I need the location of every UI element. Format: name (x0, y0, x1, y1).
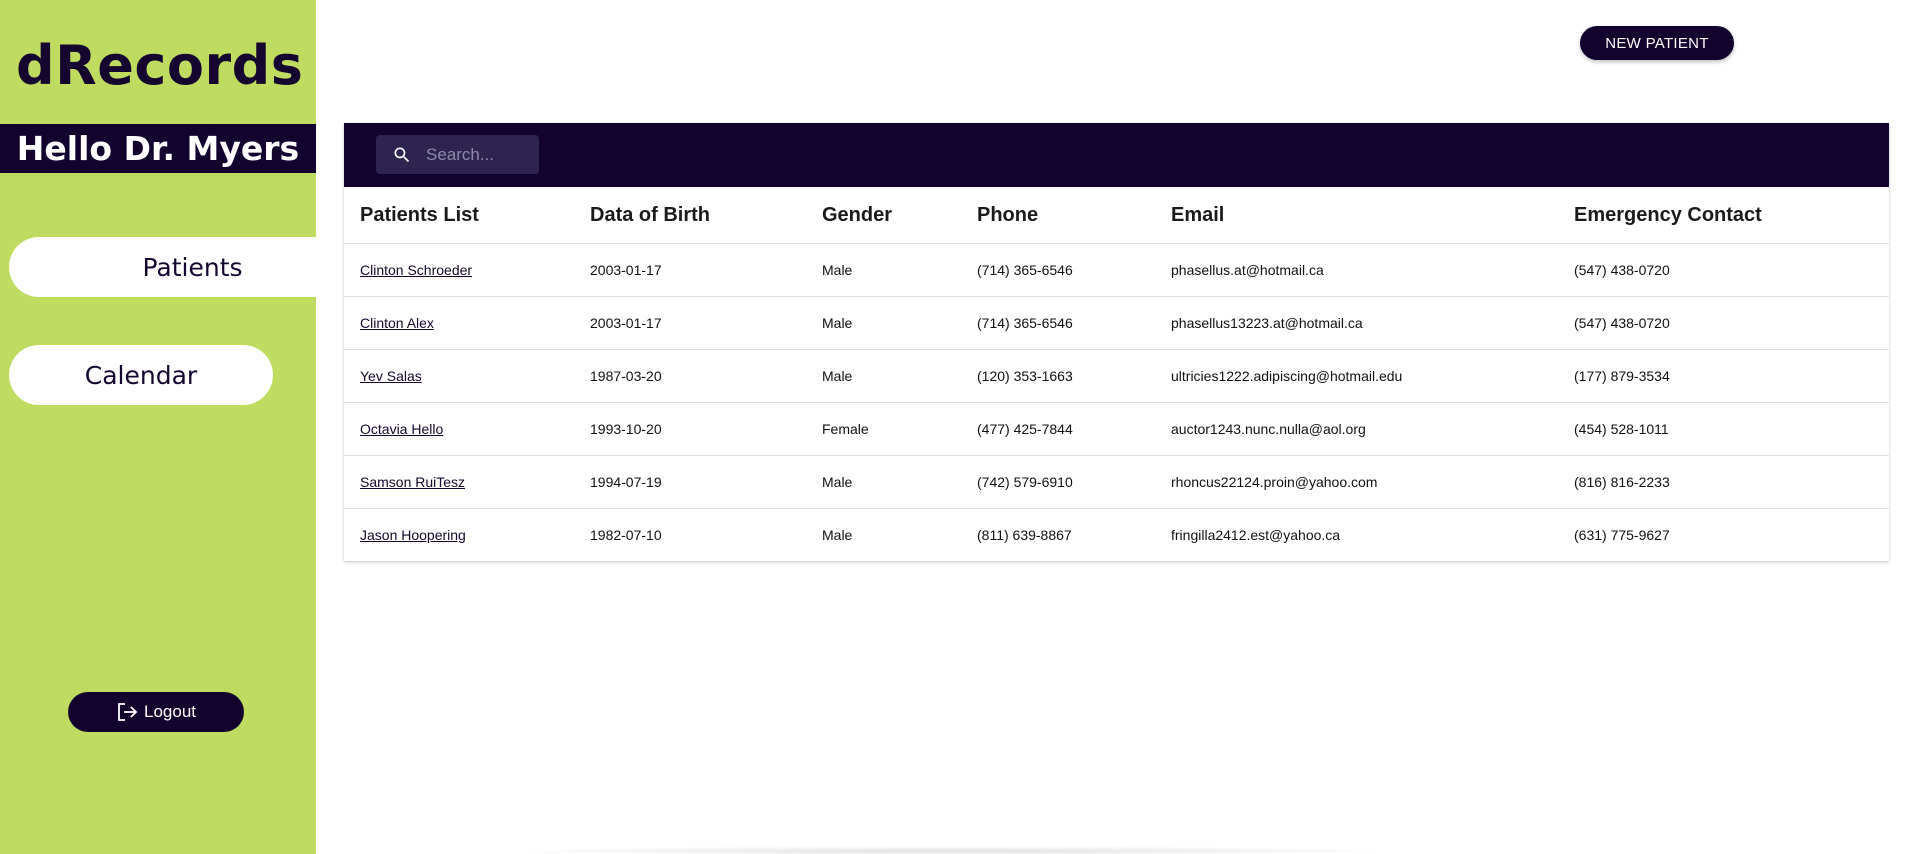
cell-dob: 2003-01-17 (574, 296, 806, 350)
cell-dob: 1993-10-20 (574, 402, 806, 456)
sidebar-item-patients[interactable]: Patients (9, 237, 316, 297)
cell-gender: Male (806, 296, 961, 350)
cell-phone: (120) 353-1663 (961, 349, 1155, 403)
cell-dob: 2003-01-17 (574, 243, 806, 297)
cell-name: Samson RuiTesz (344, 455, 574, 509)
cell-name: Clinton Alex (344, 296, 574, 350)
cell-name: Octavia Hello (344, 402, 574, 456)
sidebar-item-label: Calendar (84, 360, 198, 390)
cell-emergency: (631) 775-9627 (1574, 527, 1670, 543)
cell-name: Jason Hoopering (344, 509, 574, 562)
app-root: dRecords Hello Dr. Myers Patients Calend… (0, 0, 1912, 854)
cell-emergency: (454) 528-1011 (1558, 402, 1889, 456)
cell-gender: Female (806, 402, 961, 456)
cell-phone: (742) 579-6910 (961, 455, 1155, 509)
logout-icon (116, 702, 138, 722)
patient-name-link[interactable]: Yev Salas (360, 368, 422, 384)
cell-dob: 1987-03-20 (574, 349, 806, 403)
table-row: Jason Hoopering 1982-07-10 Male (811) 63… (344, 509, 1889, 562)
search-icon (390, 143, 414, 167)
greeting-text: Hello Dr. Myers (16, 129, 300, 168)
cell-dob: 1994-07-19 (574, 455, 806, 509)
table-row: Clinton Schroeder 2003-01-17 Male (714) … (344, 243, 1889, 297)
column-header-phone[interactable]: Phone (961, 187, 1155, 244)
cell-name: Yev Salas (344, 349, 574, 403)
table-row: Yev Salas 1987-03-20 Male (120) 353-1663… (344, 349, 1889, 403)
greeting-bar: Hello Dr. Myers (0, 124, 316, 173)
cell-email: auctor1243.nunc.nulla@aol.org (1155, 402, 1558, 456)
column-header-emergency-contact[interactable]: Emergency Contact (1558, 187, 1889, 244)
patients-table-card: Patients List Data of Birth Gender Phone… (344, 123, 1889, 561)
patient-name-link[interactable]: Samson RuiTesz (360, 474, 465, 490)
cell-email: fringilla2412.est@yahoo.ca (1171, 527, 1341, 543)
column-header-gender[interactable]: Gender (806, 187, 961, 244)
table-row: Octavia Hello 1993-10-20 Female (477) 42… (344, 402, 1889, 456)
cell-email: ultricies1222.adipiscing@hotmail.edu (1155, 349, 1558, 403)
patient-name-link[interactable]: Jason Hoopering (360, 527, 466, 543)
sidebar: dRecords Hello Dr. Myers Patients Calend… (0, 0, 316, 854)
column-header-date-of-birth[interactable]: Data of Birth (574, 187, 806, 244)
patient-name-link[interactable]: Clinton Schroeder (360, 262, 472, 278)
bottom-shadow (500, 846, 1400, 854)
brand-logo: dRecords (16, 34, 304, 97)
cell-phone: (811) 639-8867 (977, 527, 1072, 543)
new-patient-button[interactable]: NEW PATIENT (1580, 26, 1734, 60)
cell-gender: Male (806, 243, 961, 297)
patients-table: Patients List Data of Birth Gender Phone… (344, 187, 1889, 561)
patient-name-link[interactable]: Clinton Alex (360, 315, 434, 331)
search-input[interactable] (424, 143, 538, 166)
column-header-patients-list[interactable]: Patients List (344, 187, 574, 244)
table-row: Clinton Alex 2003-01-17 Male (714) 365-6… (344, 296, 1889, 350)
cell-gender: Male (806, 349, 961, 403)
cell-phone: (477) 425-7844 (961, 402, 1155, 456)
patient-name-link[interactable]: Octavia Hello (360, 421, 443, 437)
table-row: Samson RuiTesz 1994-07-19 Male (742) 579… (344, 455, 1889, 509)
cell-dob: 1982-07-10 (590, 527, 662, 543)
cell-gender: Male (806, 455, 961, 509)
cell-emergency: (547) 438-0720 (1558, 296, 1889, 350)
logout-label: Logout (144, 702, 196, 721)
table-toolbar (344, 123, 1889, 187)
cell-gender: Male (822, 527, 853, 543)
cell-emergency: (177) 879-3534 (1558, 349, 1889, 403)
cell-phone: (714) 365-6546 (961, 296, 1155, 350)
cell-phone: (714) 365-6546 (961, 243, 1155, 297)
sidebar-item-calendar[interactable]: Calendar (9, 345, 273, 405)
search-box (376, 135, 539, 174)
cell-emergency: (816) 816-2233 (1558, 455, 1889, 509)
cell-name: Clinton Schroeder (344, 243, 574, 297)
cell-emergency: (547) 438-0720 (1558, 243, 1889, 297)
cell-email: phasellus.at@hotmail.ca (1155, 243, 1558, 297)
sidebar-item-label: Patients (142, 252, 243, 282)
cell-email: phasellus13223.at@hotmail.ca (1155, 296, 1558, 350)
column-header-email[interactable]: Email (1155, 187, 1558, 244)
cell-email: rhoncus22124.proin@yahoo.com (1155, 455, 1558, 509)
table-header-row: Patients List Data of Birth Gender Phone… (344, 187, 1889, 244)
logout-button[interactable]: Logout (68, 692, 244, 732)
